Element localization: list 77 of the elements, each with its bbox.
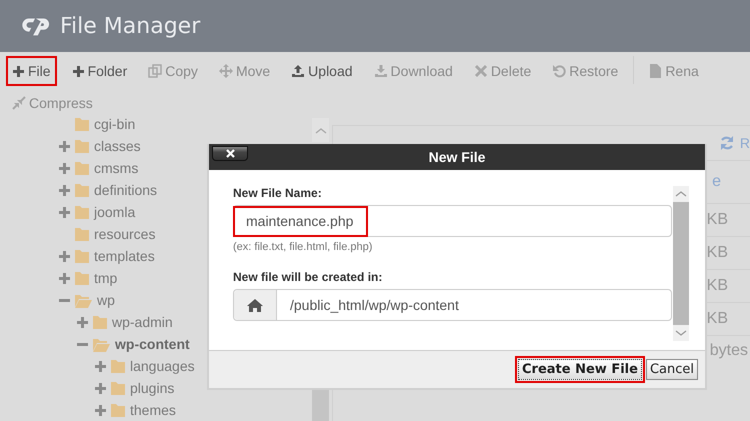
table-cell: KB: [706, 310, 728, 328]
folder-icon: [111, 381, 125, 395]
scroll-up-button[interactable]: [312, 118, 329, 142]
folder-icon: [75, 271, 89, 285]
folder-icon: [75, 139, 89, 153]
table-cell: KB: [706, 277, 728, 295]
expand-icon[interactable]: [58, 206, 71, 218]
folder-item[interactable]: themes: [111, 402, 176, 418]
folder-icon: [75, 118, 89, 131]
dialog-title: New File: [428, 149, 486, 165]
folder-item[interactable]: joomla: [75, 204, 136, 220]
expand-icon[interactable]: [94, 382, 107, 394]
field-label: New File Name:: [233, 186, 323, 200]
hint-text: (ex: file.txt, file.html, file.php): [233, 241, 374, 253]
folder-item[interactable]: wp-content: [93, 336, 190, 352]
plus-icon: [72, 64, 85, 78]
expand-icon[interactable]: [58, 250, 71, 262]
toolbar-button[interactable]: File: [6, 56, 57, 86]
folder-item[interactable]: cmsms: [75, 160, 138, 176]
toolbar-button[interactable]: Upload: [285, 56, 359, 86]
folder-item[interactable]: plugins: [111, 380, 174, 396]
scrollbar[interactable]: [673, 186, 689, 341]
expand-icon[interactable]: [58, 140, 71, 152]
restore-icon: [552, 64, 566, 78]
scroll-down-icon: [674, 328, 688, 338]
close-button[interactable]: [212, 146, 248, 161]
close-icon: [224, 148, 236, 159]
copy-icon: [148, 64, 162, 78]
folder-item[interactable]: tmp: [75, 270, 118, 286]
file-name-field[interactable]: maintenance.php: [233, 205, 672, 237]
create-button[interactable]: Create New File: [518, 359, 642, 380]
upload-icon: [291, 64, 306, 78]
download-icon: [374, 64, 388, 78]
folder-item[interactable]: definitions: [75, 182, 158, 198]
reload-button[interactable]: R: [718, 135, 750, 151]
home-icon: [247, 298, 263, 312]
folder-icon: [93, 315, 107, 329]
folder-item[interactable]: resources: [75, 226, 156, 242]
folder-icon: [75, 227, 89, 241]
folder-item[interactable]: classes: [75, 138, 141, 154]
move-icon: [218, 64, 233, 78]
scroll-up-icon: [674, 189, 688, 199]
caret-up-icon: [314, 126, 326, 134]
folder-item[interactable]: languages: [111, 358, 195, 374]
expand-icon[interactable]: [58, 162, 71, 174]
table-cell: KB: [706, 244, 728, 262]
expand-icon[interactable]: [94, 404, 107, 416]
refresh-icon: [718, 135, 735, 151]
folder-item[interactable]: cgi-bin: [75, 118, 136, 132]
folder-item[interactable]: templates: [75, 248, 155, 264]
summary-text: bytes: [710, 342, 748, 360]
plus-icon: [12, 64, 25, 78]
toolbar-button[interactable]: Folder: [66, 56, 134, 86]
scrollbar-thumb[interactable]: [312, 390, 329, 421]
expand-icon[interactable]: [58, 272, 71, 284]
compress-icon: [12, 96, 26, 110]
expand-icon[interactable]: [58, 184, 71, 196]
cancel-button[interactable]: Cancel: [646, 359, 698, 380]
table-cell: KB: [706, 211, 728, 229]
app-title: File Manager: [60, 14, 200, 38]
folder-icon: [75, 183, 89, 197]
location-field: /public_html/wp/wp-content: [233, 289, 672, 321]
folder-icon: [111, 359, 125, 373]
open-folder-icon: [75, 292, 92, 308]
file-icon: [648, 64, 662, 78]
folder-icon: [75, 249, 89, 263]
open-folder-icon: [93, 336, 110, 352]
folder-icon: [75, 205, 89, 219]
folder-icon: [111, 403, 125, 417]
folder-item[interactable]: wp: [75, 292, 115, 308]
folder-item[interactable]: wp-admin: [93, 314, 173, 330]
close-icon: [474, 64, 488, 78]
folder-icon: [75, 161, 89, 175]
expand-icon[interactable]: [76, 316, 89, 328]
expand-icon[interactable]: [94, 360, 107, 372]
field-label: New file will be created in:: [233, 270, 384, 284]
column-header[interactable]: e: [712, 173, 721, 191]
